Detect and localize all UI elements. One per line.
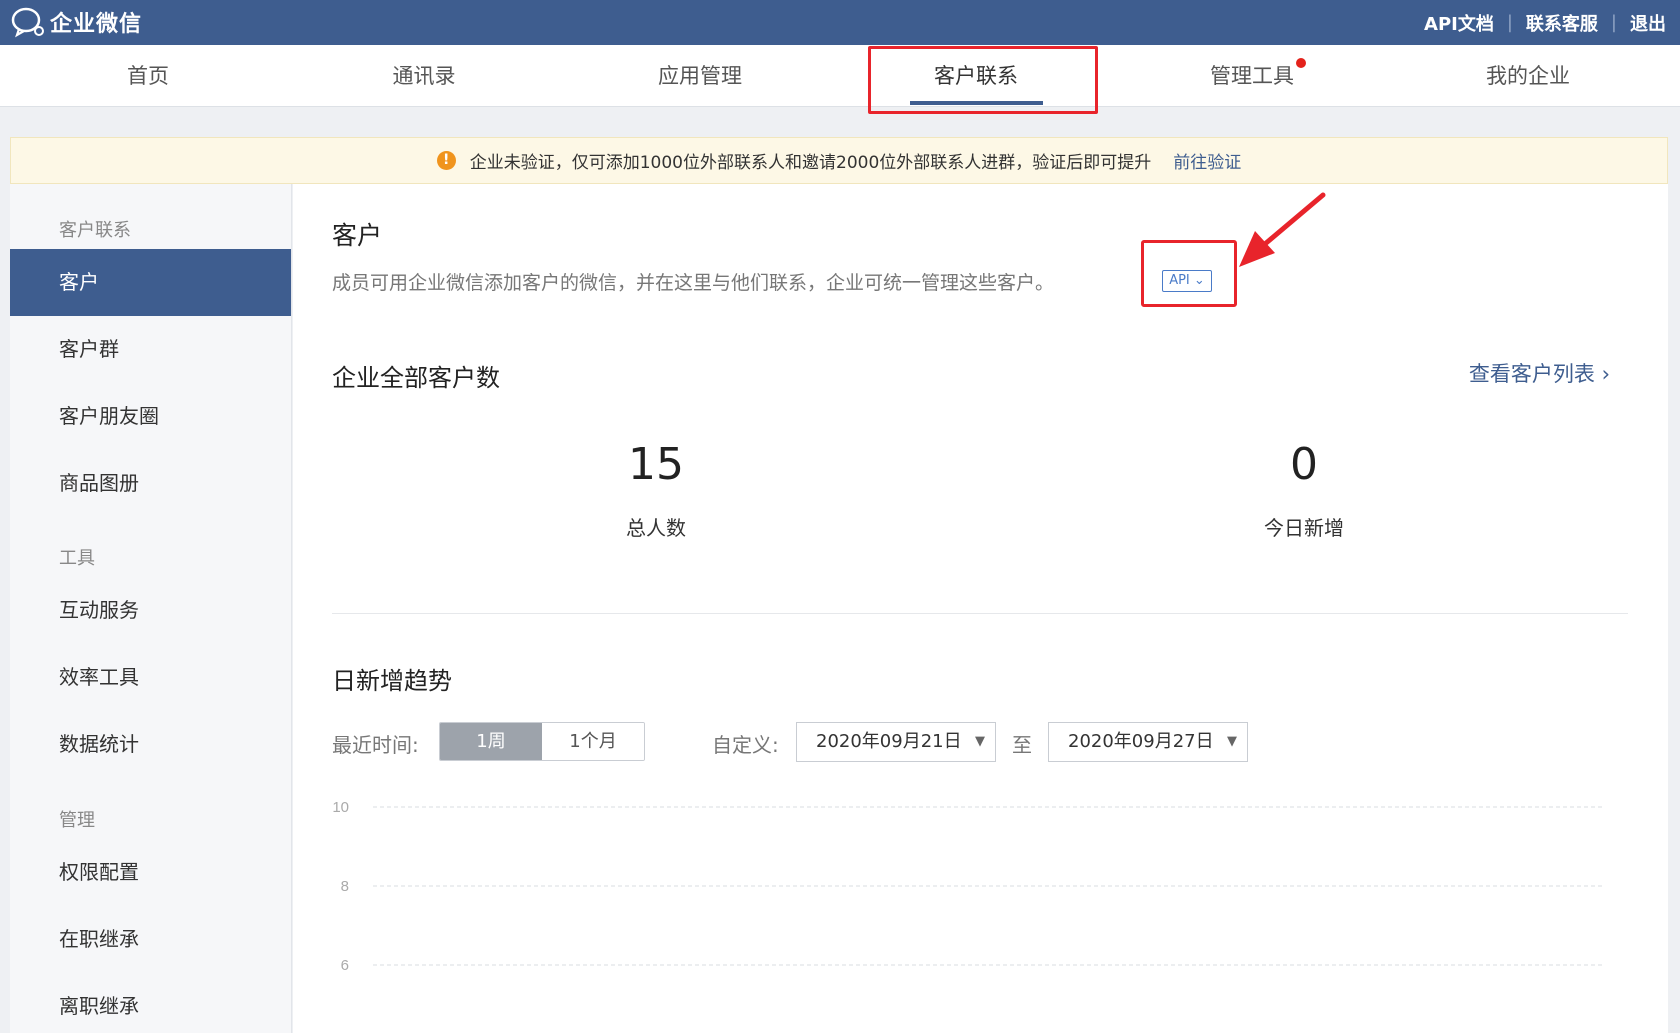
app-name: 企业微信 [50, 12, 143, 37]
sidebar-item-product-album[interactable]: 商品图册 [10, 450, 291, 517]
total-count-label: 总人数 [626, 516, 686, 540]
range-1-week-button[interactable]: 1周 [440, 723, 542, 760]
link-separator: | [1610, 12, 1617, 33]
sidebar-group-customer-contact: 客户联系 [59, 220, 131, 241]
recent-time-label: 最近时间: [332, 733, 419, 757]
verification-notice: ! 企业未验证，仅可添加1000位外部联系人和邀请2000位外部联系人进群，验证… [10, 137, 1668, 184]
verify-link[interactable]: 前往验证 [1173, 148, 1241, 173]
total-customers-title: 企业全部客户数 [332, 364, 500, 392]
logout-link[interactable]: 退出 [1630, 10, 1666, 36]
today-new-value: 0 [1290, 439, 1318, 490]
caret-down-icon: ▼ [975, 734, 985, 749]
page-description: 成员可用企业微信添加客户的微信，并在这里与他们联系，企业可统一管理这些客户。 [332, 272, 1055, 294]
link-separator: | [1506, 12, 1513, 33]
nav-home[interactable]: 首页 [10, 45, 286, 107]
time-range-toggle: 1周 1个月 [439, 722, 645, 761]
main-content: 客户 成员可用企业微信添加客户的微信，并在这里与他们联系，企业可统一管理这些客户… [293, 184, 1668, 1033]
view-customer-list-link[interactable]: 查看客户列表 › [1469, 358, 1610, 388]
sidebar-item-onjob-inherit[interactable]: 在职继承 [10, 906, 291, 973]
y-tick-label: 8 [341, 878, 349, 895]
date-from-value: 2020年09月21日 [816, 731, 962, 752]
nav-app-management[interactable]: 应用管理 [562, 45, 838, 107]
date-to-select[interactable]: 2020年09月27日 ▼ [1048, 722, 1248, 762]
sidebar-group-tools: 工具 [59, 548, 95, 569]
sidebar-item-interactive-service[interactable]: 互动服务 [10, 577, 291, 644]
nav-my-enterprise[interactable]: 我的企业 [1390, 45, 1666, 107]
nav-contacts[interactable]: 通讯录 [286, 45, 562, 107]
sidebar-item-efficiency-tools[interactable]: 效率工具 [10, 644, 291, 711]
section-divider [332, 613, 1628, 614]
today-new-label: 今日新增 [1264, 516, 1344, 540]
notification-dot [1296, 58, 1306, 68]
sidebar-item-resign-inherit[interactable]: 离职继承 [10, 973, 291, 1033]
custom-range-label: 自定义: [712, 733, 779, 757]
to-label: 至 [1012, 733, 1032, 757]
sidebar: 客户联系 客户 客户群 客户朋友圈 商品图册 工具 互动服务 效率工具 数据统计… [10, 184, 292, 1033]
y-tick-label: 6 [341, 957, 349, 974]
nav-management-tools[interactable]: 管理工具 [1114, 45, 1390, 107]
daily-trend-title: 日新增趋势 [332, 667, 452, 695]
sidebar-item-customer-groups[interactable]: 客户群 [10, 316, 291, 383]
red-arrow-icon [1239, 192, 1326, 267]
caret-down-icon: ▼ [1227, 734, 1237, 749]
api-docs-link[interactable]: API文档 [1424, 10, 1494, 36]
sidebar-item-moments[interactable]: 客户朋友圈 [10, 383, 291, 450]
sidebar-item-customers[interactable]: 客户 [10, 249, 291, 316]
nav-highlight-box [868, 46, 1098, 114]
sidebar-item-statistics[interactable]: 数据统计 [10, 711, 291, 778]
main-nav: 首页 通讯录 应用管理 客户联系 管理工具 我的企业 [0, 45, 1680, 107]
total-count-value: 15 [628, 439, 684, 490]
range-1-month-button[interactable]: 1个月 [542, 723, 644, 760]
sidebar-item-permissions[interactable]: 权限配置 [10, 839, 291, 906]
notice-text: 企业未验证，仅可添加1000位外部联系人和邀请2000位外部联系人进群，验证后即… [469, 153, 1152, 173]
sidebar-group-management: 管理 [59, 810, 95, 831]
top-links: API文档 | 联系客服 | 退出 [1424, 0, 1666, 45]
contact-support-link[interactable]: 联系客服 [1526, 10, 1598, 36]
page-title: 客户 [332, 221, 383, 250]
daily-trend-chart: 10 8 6 [332, 799, 1603, 974]
top-bar: 企业微信 API文档 | 联系客服 | 退出 [0, 0, 1680, 45]
date-from-select[interactable]: 2020年09月21日 ▼ [796, 722, 996, 762]
date-to-value: 2020年09月27日 [1068, 731, 1214, 752]
y-tick-label: 10 [332, 799, 349, 816]
warning-icon: ! [436, 151, 456, 170]
wecom-logo-icon [11, 7, 44, 38]
app-logo[interactable]: 企业微信 [10, 6, 142, 38]
api-highlight-box [1141, 240, 1237, 307]
